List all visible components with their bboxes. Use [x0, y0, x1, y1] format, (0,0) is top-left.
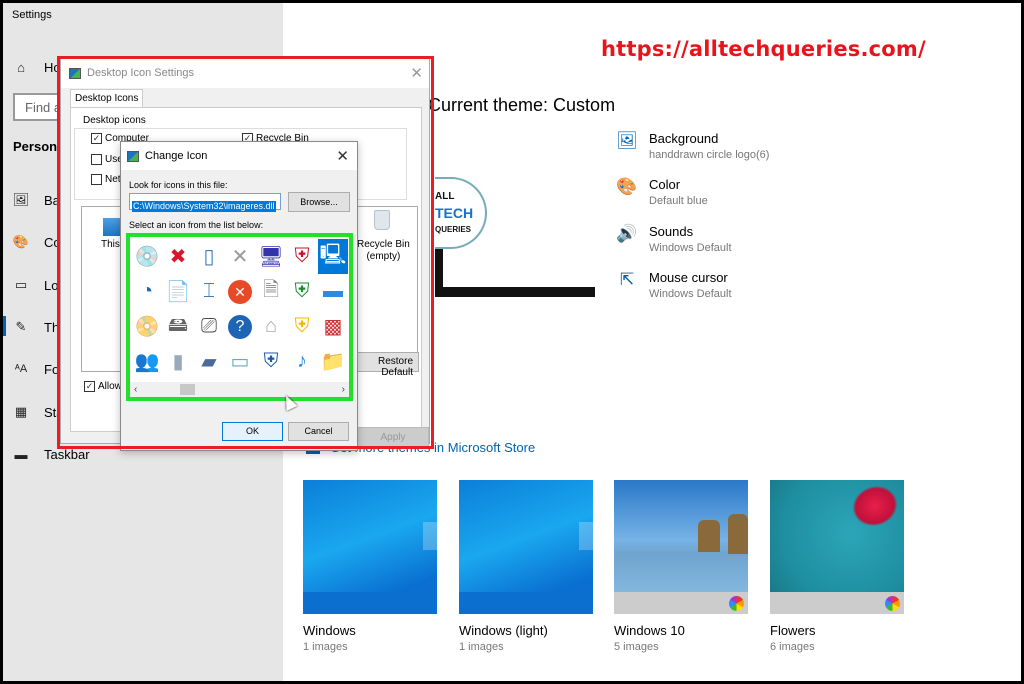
icon-file-path-input[interactable]: C:\Windows\System32\imageres.dll	[129, 193, 281, 212]
theme-thumbnail	[770, 480, 904, 614]
scanner-icon[interactable]: ⎚	[194, 309, 224, 344]
monitor-icon[interactable]: 🖥	[256, 239, 286, 274]
look-for-label: Look for icons in this file:	[129, 180, 228, 190]
close-icon[interactable]: ✕	[336, 147, 349, 165]
theme-thumbnail	[614, 480, 748, 614]
app-title: Settings	[12, 9, 52, 21]
computer-icon[interactable]: 🖳	[318, 239, 348, 274]
media-player-icon[interactable]: 📀	[132, 309, 162, 344]
this-pc-icon[interactable]	[103, 218, 121, 236]
cursor-icon: ⇱	[619, 270, 635, 289]
close-icon[interactable]: ✕	[410, 64, 423, 82]
folder-dark-icon[interactable]: ▰	[194, 344, 224, 379]
users-icon[interactable]: 👥	[132, 344, 162, 379]
theme-card-windows-10[interactable]: Windows 10 5 images	[614, 480, 748, 653]
shield-warning-icon[interactable]: ⛨	[287, 309, 317, 344]
window-frame-icon[interactable]: ▭	[225, 344, 255, 379]
theme-card-windows[interactable]: Windows 1 images	[303, 480, 437, 653]
dialog-titlebar: Desktop Icon Settings	[61, 58, 429, 88]
select-icon-label: Select an icon from the list below:	[129, 220, 264, 230]
theme-property-mouse-cursor[interactable]: ⇱ Mouse cursor Windows Default	[615, 270, 732, 302]
theme-thumbnail	[459, 480, 593, 614]
start-icon: ▦	[14, 404, 28, 419]
active-indicator	[3, 316, 6, 336]
theme-preview-taskbar	[435, 287, 595, 297]
red-x-icon[interactable]: ✖	[163, 239, 193, 274]
palette-icon: 🎨	[12, 234, 30, 249]
desktop-settings-icon	[127, 150, 139, 162]
fonts-icon: ᴬA	[14, 363, 28, 375]
error-circle-icon[interactable]: ✕	[225, 274, 255, 309]
theme-card-windows-light[interactable]: Windows (light) 1 images	[459, 480, 593, 653]
taskbar-icon: ▬	[14, 446, 28, 462]
shield-error-icon[interactable]: ⛨	[287, 239, 317, 274]
shield-check-icon[interactable]: ⛨	[287, 274, 317, 309]
change-icon-dialog: Change Icon ✕ Look for icons in this fil…	[120, 141, 358, 451]
blank-document-icon[interactable]: 🗎	[256, 274, 286, 309]
tab-desktop-icons[interactable]: Desktop Icons	[70, 89, 144, 107]
projector-icon[interactable]: ⌂	[256, 309, 286, 344]
apply-button[interactable]: Apply	[357, 427, 429, 447]
group-label: Desktop icons	[80, 115, 149, 126]
scroll-left-icon[interactable]: ‹	[134, 384, 137, 395]
themes-icon: ✎	[15, 319, 27, 334]
document-image-icon[interactable]: 📄	[163, 274, 193, 309]
horizontal-scrollbar[interactable]: ‹ ›	[130, 382, 349, 397]
recycle-bin-label: Recycle Bin (empty)	[357, 239, 410, 262]
theme-property-background[interactable]: 🖼 Background handdrawn circle logo(6)	[615, 131, 769, 163]
blue-screen-icon[interactable]: ▬	[318, 274, 348, 309]
document-folder-icon[interactable]: 📁	[318, 344, 348, 379]
textbox-icon[interactable]: ⌶	[194, 274, 224, 309]
home-icon: ⌂	[17, 59, 25, 75]
image-icon: 🖼	[12, 192, 30, 207]
shield-help-icon[interactable]: ⛨	[256, 344, 286, 379]
theme-thumbnail	[303, 480, 437, 614]
drive-icon[interactable]: 🖴	[163, 309, 193, 344]
scroll-thumb[interactable]	[180, 384, 195, 395]
screenshot-frame: Settings ⌂ Home Find a setting Personali…	[3, 3, 1021, 681]
small-x-icon[interactable]: ✕	[225, 239, 255, 274]
recycle-bin-icon[interactable]	[374, 210, 390, 230]
color-wheel-icon	[729, 596, 744, 611]
watermark-url: https://alltechqueries.com/	[601, 37, 926, 61]
tablet-icon[interactable]: ▯	[194, 239, 224, 274]
desktop-settings-icon	[69, 67, 81, 79]
color-wheel-icon	[885, 596, 900, 611]
palette-icon: 🎨	[616, 177, 638, 196]
clock-sync-icon[interactable]: ◔	[132, 274, 162, 309]
music-cd-icon[interactable]: 💿	[132, 239, 162, 274]
help-circle-icon[interactable]: ?	[225, 309, 255, 344]
cancel-button[interactable]: Cancel	[288, 422, 349, 441]
current-theme-label: Current theme: Custom	[428, 95, 616, 115]
theme-preview-logo: ALL TECH QUERIES	[435, 177, 487, 249]
programs-icon[interactable]: ▩	[318, 309, 348, 344]
music-folder-icon[interactable]: ♪	[287, 344, 317, 379]
theme-property-sounds[interactable]: 🔊 Sounds Windows Default	[615, 224, 731, 256]
panel-icon[interactable]: ▮	[163, 344, 193, 379]
image-icon: 🖼	[616, 131, 638, 150]
theme-card-flowers[interactable]: Flowers 6 images	[770, 480, 904, 653]
browse-button[interactable]: Browse...	[288, 192, 350, 212]
lock-screen-icon: ▭	[14, 277, 28, 292]
ok-button[interactable]: OK	[222, 422, 283, 441]
dialog-titlebar: Change Icon	[121, 142, 357, 170]
sidebar-item-taskbar[interactable]: ▬ Taskbar	[12, 444, 90, 464]
scroll-right-icon[interactable]: ›	[342, 384, 345, 395]
theme-property-color[interactable]: 🎨 Color Default blue	[615, 177, 707, 209]
icon-grid-list[interactable]: 💿 ✖ ▯ ✕ 🖥 ⛨ 🖳 ◔ 📄 ⌶ ✕ 🗎 ⛨ ▬ 📀 🖴 ⎚? ⌂ ⛨ ▩ 👥 ▮ ▰ ▭ ⛨ ♪ 📁 ‹ ›	[126, 233, 353, 401]
speaker-icon: 🔊	[616, 224, 638, 243]
